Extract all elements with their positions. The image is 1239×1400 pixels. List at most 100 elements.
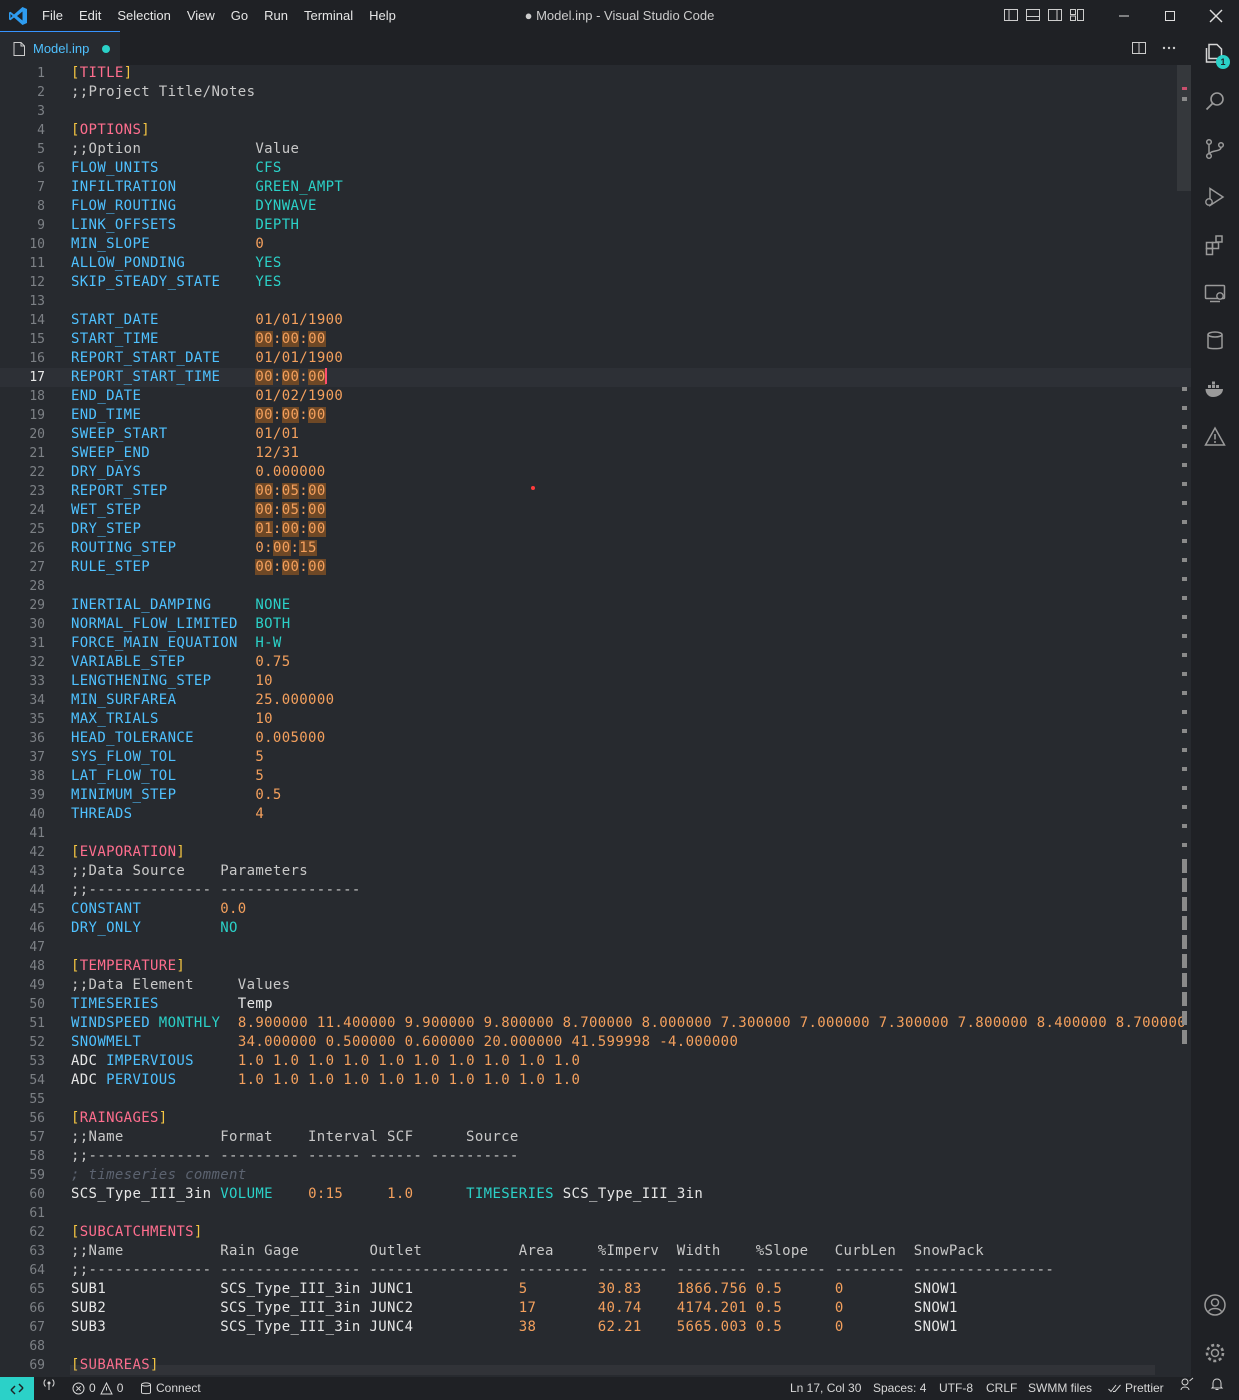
code-line-9[interactable]: 9 LINK_OFFSETS DEPTH [0,216,1191,235]
menu-file[interactable]: File [34,0,71,31]
code-line-54[interactable]: 54 ADC PERVIOUS 1.0 1.0 1.0 1.0 1.0 1.0 1… [0,1071,1191,1090]
menu-selection[interactable]: Selection [109,0,178,31]
code-line-6[interactable]: 6 FLOW_UNITS CFS [0,159,1191,178]
code-line-58[interactable]: 58 ;;-------------- --------- ------ ----… [0,1147,1191,1166]
code-line-56[interactable]: 56 [RAINGAGES] [0,1109,1191,1128]
more-actions-icon[interactable] [1161,40,1177,56]
prettier-button[interactable]: Prettier [1108,1377,1164,1400]
indentation[interactable]: Spaces: 4 [873,1377,926,1400]
code-line-62[interactable]: 62 [SUBCATCHMENTS] [0,1223,1191,1242]
unsaved-dot-icon[interactable] [102,44,111,53]
toggle-primary-sidebar-icon[interactable] [1003,7,1019,23]
connect-button[interactable]: Connect [140,1377,201,1400]
code-line-38[interactable]: 38 LAT_FLOW_TOL 5 [0,767,1191,786]
code-line-45[interactable]: 45 CONSTANT 0.0 [0,900,1191,919]
run-debug-icon[interactable] [1203,185,1227,209]
code-line-63[interactable]: 63 ;;Name Rain Gage Outlet Area %Imperv W… [0,1242,1191,1261]
code-line-53[interactable]: 53 ADC IMPERVIOUS 1.0 1.0 1.0 1.0 1.0 1.0… [0,1052,1191,1071]
code-line-55[interactable]: 55 [0,1090,1191,1109]
code-line-44[interactable]: 44 ;;-------------- ---------------- [0,881,1191,900]
code-line-24[interactable]: 24 WET_STEP 00:05:00 [0,501,1191,520]
code-line-33[interactable]: 33 LENGTHENING_STEP 10 [0,672,1191,691]
horizontal-scrollbar[interactable] [70,1365,1155,1375]
docker-icon[interactable] [1203,377,1227,401]
cursor-position[interactable]: Ln 17, Col 30 [790,1377,861,1400]
problems-button[interactable]: 0 0 [72,1377,123,1400]
code-line-25[interactable]: 25 DRY_STEP 01:00:00 [0,520,1191,539]
account-icon[interactable] [1203,1293,1227,1317]
code-line-16[interactable]: 16 REPORT_START_DATE 01/01/1900 [0,349,1191,368]
feedback-button[interactable] [1180,1377,1194,1391]
toggle-panel-icon[interactable] [1025,7,1041,23]
remote-indicator-button[interactable] [0,1377,34,1400]
language-mode[interactable]: SWMM files [1028,1377,1092,1400]
code-line-34[interactable]: 34 MIN_SURFAREA 25.000000 [0,691,1191,710]
code-line-29[interactable]: 29 INERTIAL_DAMPING NONE [0,596,1191,615]
port-forward-button[interactable] [42,1377,56,1391]
menu-run[interactable]: Run [256,0,296,31]
code-line-42[interactable]: 42 [EVAPORATION] [0,843,1191,862]
source-control-icon[interactable] [1203,137,1227,161]
menu-view[interactable]: View [179,0,223,31]
code-line-41[interactable]: 41 [0,824,1191,843]
close-window-button[interactable] [1193,0,1239,31]
code-line-26[interactable]: 26 ROUTING_STEP 0:00:15 [0,539,1191,558]
maximize-button[interactable] [1147,0,1193,31]
code-line-10[interactable]: 10 MIN_SLOPE 0 [0,235,1191,254]
code-line-5[interactable]: 5 ;;Option Value [0,140,1191,159]
database-icon[interactable] [1203,329,1227,353]
code-line-60[interactable]: 60 SCS_Type_III_3in VOLUME 0:15 1.0 TIMES… [0,1185,1191,1204]
code-line-50[interactable]: 50 TIMESERIES Temp [0,995,1191,1014]
code-line-1[interactable]: 1 [TITLE] [0,65,1191,83]
code-line-68[interactable]: 68 [0,1337,1191,1356]
code-line-52[interactable]: 52 SNOWMELT 34.000000 0.500000 0.600000 2… [0,1033,1191,1052]
code-line-47[interactable]: 47 [0,938,1191,957]
code-line-49[interactable]: 49 ;;Data Element Values [0,976,1191,995]
code-line-30[interactable]: 30 NORMAL_FLOW_LIMITED BOTH [0,615,1191,634]
code-line-66[interactable]: 66 SUB2 SCS_Type_III_3in JUNC2 17 40.74 4… [0,1299,1191,1318]
code-line-46[interactable]: 46 DRY_ONLY NO [0,919,1191,938]
code-line-13[interactable]: 13 [0,292,1191,311]
code-line-36[interactable]: 36 HEAD_TOLERANCE 0.005000 [0,729,1191,748]
code-line-39[interactable]: 39 MINIMUM_STEP 0.5 [0,786,1191,805]
code-line-65[interactable]: 65 SUB1 SCS_Type_III_3in JUNC1 5 30.83 18… [0,1280,1191,1299]
code-line-8[interactable]: 8 FLOW_ROUTING DYNWAVE [0,197,1191,216]
menu-go[interactable]: Go [223,0,256,31]
code-editor[interactable]: 1 [TITLE] 2 ;;Project Title/Notes 3 4 [OPTIONS… [0,65,1191,1377]
code-line-7[interactable]: 7 INFILTRATION GREEN_AMPT [0,178,1191,197]
code-line-11[interactable]: 11 ALLOW_PONDING YES [0,254,1191,273]
code-line-21[interactable]: 21 SWEEP_END 12/31 [0,444,1191,463]
menu-help[interactable]: Help [361,0,404,31]
menu-edit[interactable]: Edit [71,0,109,31]
code-line-37[interactable]: 37 SYS_FLOW_TOL 5 [0,748,1191,767]
menu-terminal[interactable]: Terminal [296,0,361,31]
code-line-51[interactable]: 51 WINDSPEED MONTHLY 8.900000 11.400000 9… [0,1014,1191,1033]
code-line-48[interactable]: 48 [TEMPERATURE] [0,957,1191,976]
code-line-57[interactable]: 57 ;;Name Format Interval SCF Source [0,1128,1191,1147]
toggle-secondary-sidebar-icon[interactable] [1047,7,1063,23]
tab-model-inp[interactable]: Model.inp [0,31,120,65]
code-line-15[interactable]: 15 START_TIME 00:00:00 [0,330,1191,349]
end-of-line[interactable]: CRLF [986,1377,1017,1400]
customize-layout-icon[interactable] [1069,7,1085,23]
encoding[interactable]: UTF-8 [939,1377,973,1400]
extensions-icon[interactable] [1203,233,1227,257]
code-line-12[interactable]: 12 SKIP_STEADY_STATE YES [0,273,1191,292]
code-line-28[interactable]: 28 [0,577,1191,596]
code-line-59[interactable]: 59 ; timeseries comment [0,1166,1191,1185]
code-line-35[interactable]: 35 MAX_TRIALS 10 [0,710,1191,729]
code-line-23[interactable]: 23 REPORT_STEP 00:05:00 [0,482,1191,501]
code-line-22[interactable]: 22 DRY_DAYS 0.000000 [0,463,1191,482]
code-line-4[interactable]: 4 [OPTIONS] [0,121,1191,140]
code-line-32[interactable]: 32 VARIABLE_STEP 0.75 [0,653,1191,672]
code-line-20[interactable]: 20 SWEEP_START 01/01 [0,425,1191,444]
code-line-19[interactable]: 19 END_TIME 00:00:00 [0,406,1191,425]
code-line-18[interactable]: 18 END_DATE 01/02/1900 [0,387,1191,406]
code-line-61[interactable]: 61 [0,1204,1191,1223]
minimize-button[interactable] [1101,0,1147,31]
code-line-14[interactable]: 14 START_DATE 01/01/1900 [0,311,1191,330]
settings-gear-icon[interactable] [1203,1341,1227,1365]
code-line-27[interactable]: 27 RULE_STEP 00:00:00 [0,558,1191,577]
search-icon[interactable] [1203,89,1227,113]
code-line-40[interactable]: 40 THREADS 4 [0,805,1191,824]
